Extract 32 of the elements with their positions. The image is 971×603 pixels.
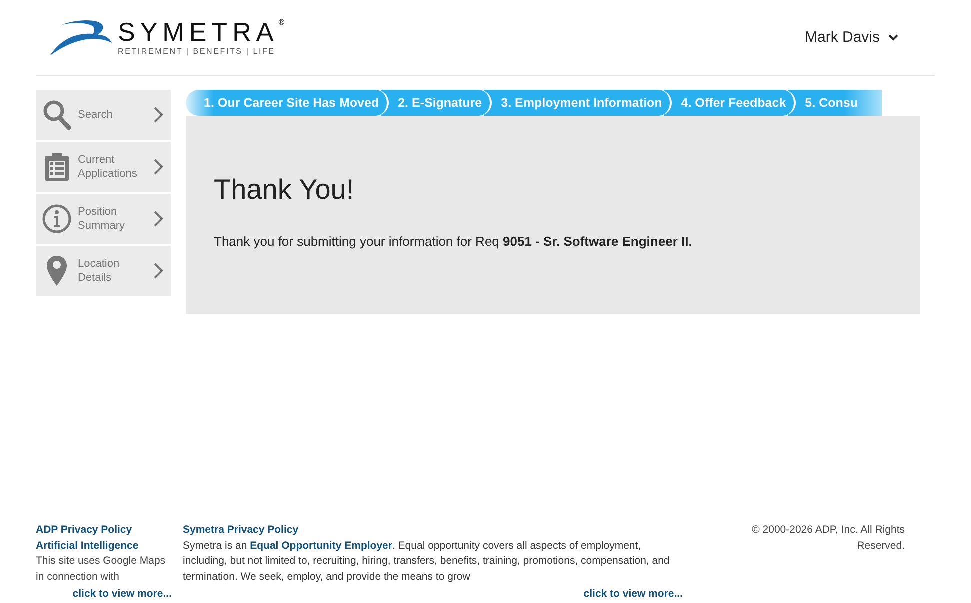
confirmation-message: Thank you for submitting your information for Req 9051 - Sr. Software Engineer II.: [214, 234, 694, 249]
info-icon: [42, 204, 72, 234]
panel-title: Thank You!: [214, 174, 356, 206]
copyright-text: © 2000-2026 ADP, Inc. All Rights Reserved.: [751, 523, 905, 554]
step-tab[interactable]: 1. Our Career Site Has Moved: [186, 90, 390, 116]
user-menu[interactable]: Mark Davis: [804, 29, 899, 46]
swoosh-icon: [48, 18, 114, 56]
step-tab[interactable]: 5. Consu: [788, 90, 882, 116]
footer-link[interactable]: Artificial Intelligence: [36, 538, 172, 554]
chevron-right-icon: [154, 211, 163, 227]
privacy-policy-link[interactable]: Symetra Privacy Policy: [183, 523, 683, 538]
sidebar-item[interactable]: Position Summary: [36, 194, 171, 244]
step-tab[interactable]: 2. E-Signature: [381, 90, 492, 116]
footer-link[interactable]: ADP Privacy Policy: [36, 523, 172, 538]
view-more-link[interactable]: click to view more...: [72, 587, 172, 602]
step-tab[interactable]: 3. Employment Information: [484, 90, 672, 116]
chevron-down-icon: [888, 34, 899, 42]
logo-tagline: RETIREMENT | BENEFITS | LIFE: [118, 47, 276, 56]
step-tab[interactable]: 4. Offer Feedback: [664, 90, 796, 116]
search-icon: [43, 100, 71, 130]
chevron-right-icon: [154, 159, 163, 175]
chevron-right-icon: [154, 107, 163, 123]
sidebar-item[interactable]: Current Applications: [36, 142, 171, 192]
sidebar-item[interactable]: Location Details: [36, 246, 171, 296]
chevron-right-icon: [154, 263, 163, 279]
sidebar-item[interactable]: Search: [36, 90, 171, 140]
map-pin-icon: [46, 255, 68, 287]
eeo-statement: Symetra is an Equal Opportunity Employer. Equal opportunity covers all aspects of employment, including, but not limited to, recruiting, hiring, transfers, benefits, training, promotions, compensation, and termination. We seek, employ, and provide the means to grow: [183, 538, 671, 584]
logo-wordmark: SYMETRA$^{®}$: [118, 19, 285, 45]
maps-note: This site uses Google Maps in connection with: [36, 554, 167, 584]
view-more-link[interactable]: click to view more...: [584, 587, 683, 602]
clipboard-icon: [44, 152, 70, 182]
